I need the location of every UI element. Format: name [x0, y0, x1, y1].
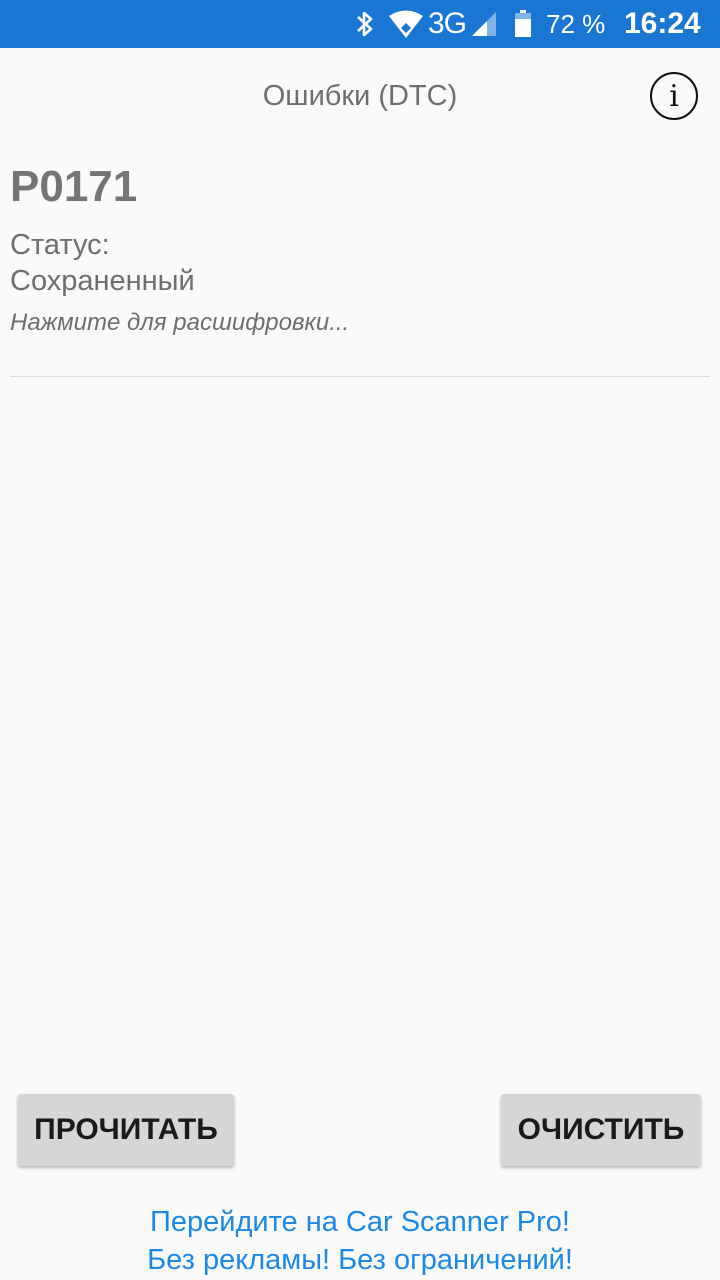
bluetooth-icon	[353, 0, 377, 48]
decode-hint: Нажмите для расшифровки...	[10, 309, 350, 336]
promo-line-2: Без рекламы! Без ограничений!	[147, 1244, 573, 1276]
divider	[10, 376, 710, 377]
clear-button[interactable]: ОЧИСТИТЬ	[501, 1094, 701, 1166]
network-type: 3G	[428, 7, 467, 40]
wifi-icon	[388, 0, 424, 48]
status-value: Сохраненный	[10, 265, 195, 297]
read-button[interactable]: ПРОЧИТАТЬ	[18, 1094, 234, 1166]
dtc-list-item[interactable]: P0171 Статус: Сохраненный Нажмите для ра…	[10, 155, 710, 343]
info-icon[interactable]: i	[650, 72, 698, 120]
dtc-code: P0171	[10, 162, 138, 211]
status-label: Статус:	[10, 229, 110, 261]
battery-icon	[514, 0, 532, 48]
battery-percent: 72 %	[546, 9, 606, 39]
pro-promo-link[interactable]: Перейдите на Car Scanner Pro! Без реклам…	[0, 1203, 720, 1279]
clock: 16:24	[624, 7, 701, 40]
page-title: Ошибки (DTC)	[262, 80, 458, 112]
signal-icon	[470, 0, 498, 48]
status-bar: 3G 72 % 16:24	[0, 0, 720, 48]
promo-line-1: Перейдите на Car Scanner Pro!	[150, 1206, 570, 1238]
